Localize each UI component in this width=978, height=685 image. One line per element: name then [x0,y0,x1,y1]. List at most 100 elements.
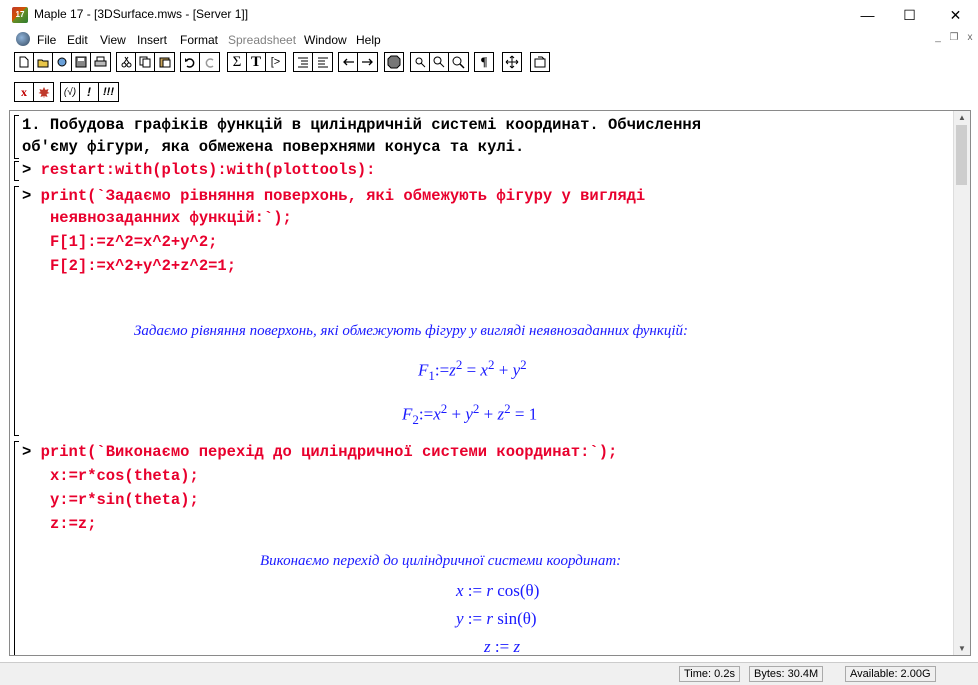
output-f1-equation: F1:=z2 = x2 + y2 [418,357,527,384]
maple-input-icon[interactable] [34,83,53,101]
exec-group-1-bracket[interactable] [14,161,19,181]
f1-x-exp: 2 [487,357,495,372]
menu-edit[interactable]: Edit [67,33,88,47]
sum-icon[interactable]: Σ [228,53,247,71]
scrollbar-thumb[interactable] [956,125,967,185]
f2-y: y [465,404,473,424]
zoom-tool-group [410,52,469,72]
zoom-medium-icon[interactable] [430,53,449,71]
copy-icon[interactable] [136,53,155,71]
scroll-down-arrow-icon[interactable]: ▼ [954,644,970,653]
auto-correct-icon[interactable]: (√) [61,83,80,101]
exec-group-1[interactable]: > restart:with(plots):with(plottools): [22,159,375,181]
evaluation-group: (√) ! !!! [60,82,119,102]
f1-assign: := [434,360,450,380]
menu-window[interactable]: Window [304,33,347,47]
back-arrow-icon[interactable] [339,53,358,71]
x-definition-input[interactable]: x:=r*cos(theta); [50,465,199,487]
status-time: Time: 0.2s [679,666,740,682]
minimize-button[interactable]: — [845,0,890,30]
open-folder-icon[interactable] [34,53,53,71]
f1-plus: + [498,360,509,380]
heading-group-bracket[interactable] [14,115,19,159]
f2-y-exp: 2 [472,401,480,416]
z-assign: := [494,637,510,656]
stop-icon[interactable] [384,52,404,72]
close-button[interactable]: ✕ [933,0,978,30]
undo-icon[interactable] [181,53,200,71]
f1-definition-input[interactable]: F[1]:=z^2=x^2+y^2; [50,231,217,253]
new-file-icon[interactable] [15,53,34,71]
mdi-controls: _ ❐ x [930,32,978,43]
math-mode-icon[interactable]: x [15,83,34,101]
mdi-close-button[interactable]: x [962,32,978,43]
input-prompt: > [22,443,32,461]
maple-leaf-icon[interactable] [16,32,30,46]
math-mode-group: x [14,82,54,102]
zoom-large-icon[interactable] [449,53,468,71]
full-screen-icon[interactable] [502,52,522,72]
f2-x: x [433,404,441,424]
scroll-up-arrow-icon[interactable]: ▲ [954,113,970,122]
z-definition-input[interactable]: z:=z; [50,513,97,535]
maximize-button[interactable]: ☐ [887,0,932,30]
z-rhs: z [513,637,521,656]
print-command-line-2[interactable]: неявнозаданних функцій:`); [50,207,292,229]
execution-group-icon[interactable]: [> [266,53,285,71]
outdent-section-icon[interactable] [313,53,332,71]
show-paragraph-marks-icon[interactable]: ¶ [474,52,494,72]
restart-command[interactable]: restart:with(plots):with(plottools): [41,161,376,179]
x-lhs: x [456,581,464,600]
window-title: Maple 17 - [3DSurface.mws - [Server 1]] [34,7,249,21]
vertical-scrollbar[interactable]: ▲ ▼ [953,111,970,655]
f2-z-exp: 2 [504,401,511,416]
context-toolbar: x (√) ! !!! [0,80,978,104]
exec-group-3-line-1[interactable]: > print(`Виконаємо перехід до циліндричн… [22,441,617,463]
exec-group-2-line-1[interactable]: > print(`Задаємо рівняння поверхонь, які… [22,185,645,207]
menu-help[interactable]: Help [356,33,381,47]
menu-bar: File Edit View Insert Format Spreadsheet… [0,30,978,50]
open-url-icon[interactable] [53,53,72,71]
undo-tool-group [180,52,220,72]
f2-equals: = [514,404,525,424]
mdi-restore-button[interactable]: ❐ [946,32,962,43]
mdi-minimize-button[interactable]: _ [930,32,946,43]
f1-equals: = [466,360,477,380]
print-command-line-1[interactable]: print(`Задаємо рівняння поверхонь, які о… [41,187,646,205]
menu-view[interactable]: View [100,33,126,47]
forward-arrow-icon[interactable] [358,53,377,71]
execute-selection-icon[interactable]: ! [80,83,99,101]
output-text-cylindrical: Виконаємо перехід до циліндричної систем… [260,553,622,569]
print-cylindrical-command[interactable]: print(`Виконаємо перехід до циліндричної… [41,443,618,461]
y-lhs: y [456,609,464,628]
redo-icon[interactable] [200,53,219,71]
menu-spreadsheet[interactable]: Spreadsheet [228,33,296,47]
exec-group-3-bracket[interactable] [14,441,19,655]
y-definition-input[interactable]: y:=r*sin(theta); [50,489,199,511]
f1-z: z [449,360,456,380]
restart-kernel-icon[interactable] [530,52,550,72]
f1-z-exp: 2 [455,357,463,372]
clipboard-tool-group [116,52,175,72]
maple-app-icon[interactable]: 17 [12,7,28,23]
heading-line-1: 1. Побудова графіків функцій в циліндрич… [22,116,702,134]
worksheet-area[interactable]: 1. Побудова графіків функцій в циліндрич… [9,110,971,656]
menu-file[interactable]: File [37,33,56,47]
zoom-small-icon[interactable] [411,53,430,71]
paste-icon[interactable] [155,53,174,71]
menu-insert[interactable]: Insert [137,33,167,47]
save-icon[interactable] [72,53,91,71]
status-bar: Time: 0.2s Bytes: 30.4M Available: 2.00G [0,662,978,685]
menu-format[interactable]: Format [180,33,218,47]
x-assign: := [467,581,483,600]
indent-section-icon[interactable] [294,53,313,71]
input-prompt: > [22,187,32,205]
f2-definition-input[interactable]: F[2]:=x^2+y^2+z^2=1; [50,255,236,277]
f2-assign: := [418,404,434,424]
text-input-icon[interactable]: T [247,53,266,71]
print-icon[interactable] [91,53,110,71]
f1-x: x [480,360,488,380]
execute-worksheet-icon[interactable]: !!! [99,83,118,101]
exec-group-2-bracket[interactable] [14,186,19,436]
cut-icon[interactable] [117,53,136,71]
